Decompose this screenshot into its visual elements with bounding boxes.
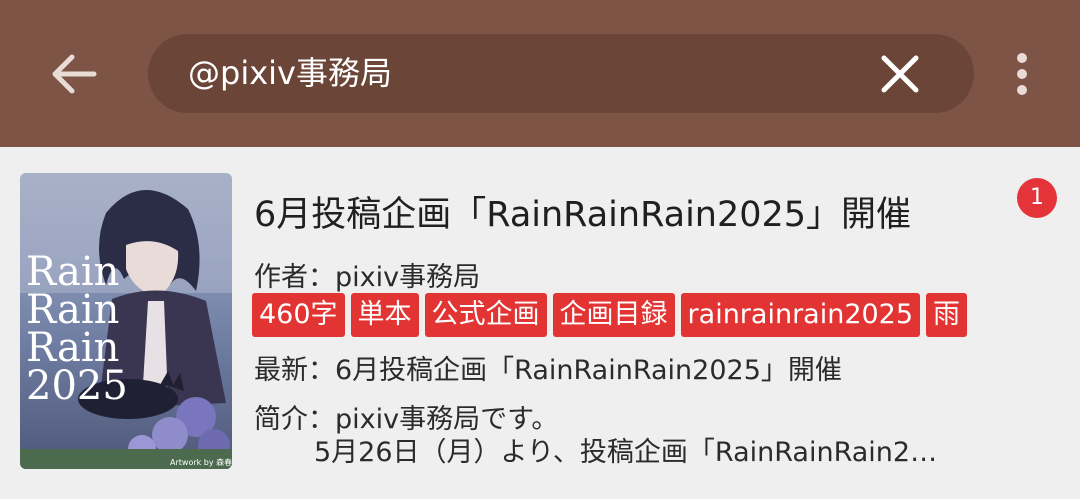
- search-field[interactable]: @pixiv事務局: [148, 34, 974, 113]
- arrow-left-icon: [52, 54, 97, 94]
- search-input[interactable]: @pixiv事務局: [188, 34, 392, 113]
- novel-title[interactable]: 6月投稿企画「RainRainRain2025」開催: [254, 186, 911, 237]
- intro-line: 5月26日（月）より、投稿企画「RainRainRain2…: [314, 437, 938, 468]
- clear-search-button[interactable]: [876, 50, 924, 98]
- latest-chapter-line: 最新：6月投稿企画「RainRainRain2025」開催: [254, 355, 842, 386]
- tag-chip[interactable]: 単本: [350, 293, 419, 337]
- top-app-bar: @pixiv事務局: [0, 0, 1080, 147]
- tag-chip[interactable]: 雨: [926, 293, 968, 337]
- tag-chip[interactable]: 企画目録: [552, 293, 675, 337]
- back-button[interactable]: [46, 48, 102, 100]
- more-vertical-icon: [1017, 53, 1027, 95]
- tag-chip[interactable]: 公式企画: [424, 293, 547, 337]
- unread-count-badge: 1: [1017, 178, 1057, 218]
- author-line: 作者：pixiv事務局: [254, 262, 481, 293]
- tag-chip[interactable]: 460字: [252, 293, 345, 337]
- tag-chip[interactable]: rainrainrain2025: [680, 293, 921, 337]
- tag-list: 460字 単本 公式企画 企画目録 rainrainrain2025 雨: [252, 293, 968, 337]
- cover-credit: Artwork by 森春月: [170, 457, 232, 467]
- cover-title-line: 2025: [26, 363, 128, 409]
- cover-image[interactable]: Rain Rain Rain 2025 Artwork by 森春月: [20, 173, 232, 469]
- overflow-menu-button[interactable]: [1006, 48, 1038, 100]
- close-icon: [881, 55, 919, 93]
